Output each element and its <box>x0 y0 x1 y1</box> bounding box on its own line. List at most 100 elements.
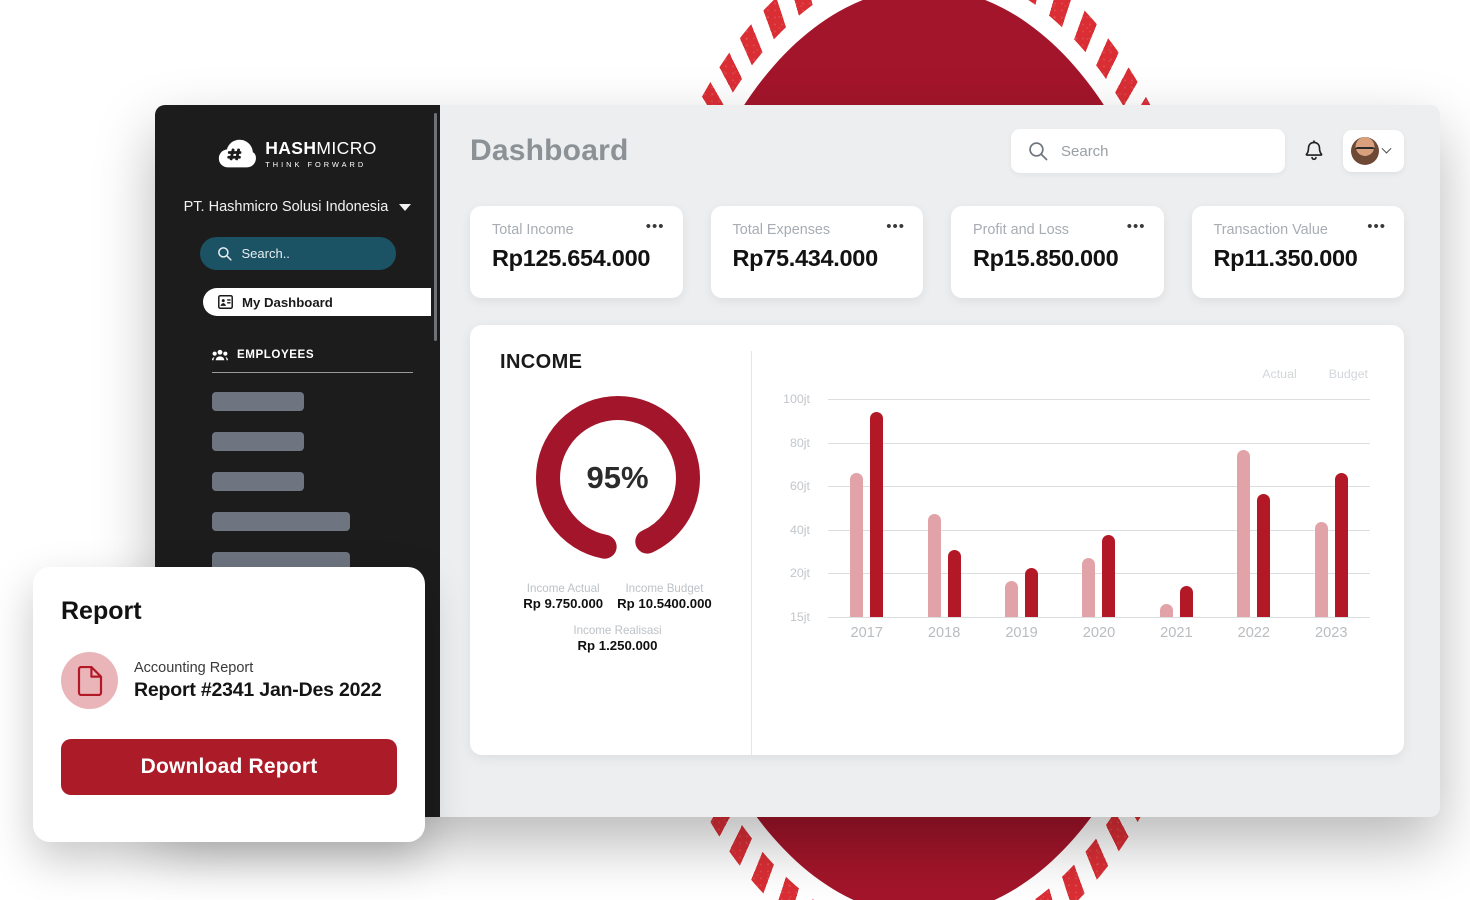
sidebar-item-my-dashboard[interactable]: My Dashboard <box>203 288 431 316</box>
bar-budget-2020[interactable] <box>1102 534 1116 617</box>
ellipsis-icon[interactable]: ••• <box>1127 219 1146 234</box>
sidebar-scrollbar[interactable] <box>434 113 437 341</box>
bar-actual-2019[interactable] <box>1005 581 1019 617</box>
chevron-down-icon <box>399 203 412 211</box>
page-title: Dashboard <box>470 134 629 167</box>
stat-income-actual: Income Actual Rp 9.750.000 <box>523 582 603 611</box>
download-report-button[interactable]: Download Report <box>61 739 397 795</box>
bar-budget-2018[interactable] <box>947 550 961 617</box>
list-item[interactable] <box>212 472 304 491</box>
bar-group-2023 <box>1293 399 1370 617</box>
topbar-actions: Search <box>1011 129 1404 173</box>
x-tick: 2017 <box>850 625 883 641</box>
stat-income-realisasi: Income Realisasi Rp 1.250.000 <box>573 624 661 653</box>
notification-button[interactable] <box>1299 134 1329 168</box>
x-tick: 2021 <box>1160 625 1193 641</box>
plot-area <box>828 399 1370 618</box>
bar-actual-2022[interactable] <box>1237 450 1251 617</box>
panel-title: INCOME <box>500 351 583 373</box>
income-donut-chart: 95% <box>500 388 735 568</box>
bar-actual-2023[interactable] <box>1314 522 1328 617</box>
legend-item-budget[interactable]: Budget <box>1329 367 1368 381</box>
kpi-label: Transaction Value <box>1213 222 1328 238</box>
chart-legend: Actual Budget <box>772 367 1376 381</box>
sidebar-skeleton-list <box>212 392 413 571</box>
search-icon <box>1029 142 1048 161</box>
kpi-card-total-expenses[interactable]: Total Expenses ••• Rp75.434.000 <box>710 206 923 298</box>
bar-budget-2023[interactable] <box>1334 473 1348 617</box>
sidebar-section-header[interactable]: EMPLOYEES <box>212 348 413 361</box>
sidebar-section-label: EMPLOYEES <box>237 348 315 361</box>
app-logo: HASHMICRO THINK FORWARD <box>155 129 440 173</box>
x-tick: 2020 <box>1082 625 1116 641</box>
bar-group-2022 <box>1215 399 1292 617</box>
sidebar-divider <box>212 372 413 373</box>
bar-budget-2021[interactable] <box>1179 586 1193 617</box>
income-stats: Income Actual Rp 9.750.000 Income Budget… <box>500 582 735 653</box>
kpi-card-total-income[interactable]: Total Income ••• Rp125.654.000 <box>470 206 683 298</box>
stat-label: Income Realisasi <box>573 624 662 637</box>
document-icon-badge <box>61 652 118 709</box>
stat-value: Rp 10.5400.000 <box>617 596 712 611</box>
kpi-label: Total Expenses <box>732 222 831 238</box>
income-gauge-section: INCOME 95% Income Actual Rp 9.750.000 In… <box>500 351 752 755</box>
search-input[interactable]: Search <box>1011 129 1285 173</box>
report-text: Accounting Report Report #2341 Jan-Des 2… <box>134 660 382 702</box>
bar-actual-2021[interactable] <box>1159 604 1173 617</box>
screenshot-root: HASHMICRO THINK FORWARD PT. Hashmicro So… <box>0 0 1470 900</box>
list-item[interactable] <box>212 512 350 531</box>
bar-group-container <box>828 399 1370 617</box>
x-axis: 2017 2018 2019 2020 2021 2022 2023 <box>828 625 1370 641</box>
list-item[interactable] <box>212 432 304 451</box>
income-bar-chart-section: Actual Budget 100jt 80jt 60jt 40jt 20jt … <box>752 351 1376 755</box>
stat-value: Rp 1.250.000 <box>577 638 658 653</box>
sidebar-search-input[interactable]: Search.. <box>199 237 396 270</box>
bar-group-2020 <box>1060 399 1137 617</box>
bar-actual-2017[interactable] <box>850 473 864 617</box>
sidebar-section-employees: EMPLOYEES <box>155 348 440 571</box>
sidebar-item-label: My Dashboard <box>242 294 333 310</box>
user-menu[interactable] <box>1343 130 1404 172</box>
bar-budget-2017[interactable] <box>870 411 884 617</box>
report-summary: Accounting Report Report #2341 Jan-Des 2… <box>61 652 397 709</box>
kpi-header: Profit and Loss ••• <box>973 219 1146 238</box>
kpi-header: Total Income ••• <box>492 219 665 238</box>
kpi-header: Transaction Value ••• <box>1213 219 1387 238</box>
stat-label: Income Actual <box>526 582 600 595</box>
logo-title-light: MICRO <box>316 138 377 159</box>
bar-group-2021 <box>1138 399 1215 617</box>
report-subtitle: Accounting Report <box>134 659 254 676</box>
sidebar-search-placeholder: Search.. <box>241 246 290 261</box>
report-title: Report <box>61 597 142 625</box>
kpi-value: Rp11.350.000 <box>1213 245 1358 271</box>
stat-income-budget: Income Budget Rp 10.5400.000 <box>617 582 712 611</box>
income-panel: INCOME 95% Income Actual Rp 9.750.000 In… <box>470 325 1404 755</box>
y-axis: 100jt 80jt 60jt 40jt 20jt 15jt <box>772 392 816 624</box>
bar-budget-2019[interactable] <box>1025 568 1039 617</box>
bar-budget-2022[interactable] <box>1257 493 1271 617</box>
chevron-down-icon <box>1381 143 1392 154</box>
bar-actual-2018[interactable] <box>927 514 941 617</box>
search-placeholder: Search <box>1061 142 1109 160</box>
topbar: Dashboard Search <box>470 129 1404 173</box>
ellipsis-icon[interactable]: ••• <box>1367 219 1386 234</box>
logo-title: HASHMICRO <box>265 138 377 159</box>
bar-actual-2020[interactable] <box>1082 558 1096 617</box>
kpi-card-profit-and-loss[interactable]: Profit and Loss ••• Rp15.850.000 <box>951 206 1164 298</box>
company-selector[interactable]: PT. Hashmicro Solusi Indonesia <box>155 199 440 215</box>
legend-item-actual[interactable]: Actual <box>1262 367 1296 381</box>
logo-tagline: THINK FORWARD <box>265 159 367 169</box>
logo-title-bold: HASH <box>265 138 317 159</box>
ellipsis-icon[interactable]: ••• <box>646 219 665 234</box>
x-tick: 2022 <box>1237 625 1271 641</box>
avatar <box>1351 137 1379 165</box>
bell-icon <box>1305 140 1323 161</box>
y-tick: 15jt <box>790 610 810 624</box>
list-item[interactable] <box>212 392 304 411</box>
kpi-card-transaction-value[interactable]: Transaction Value ••• Rp11.350.000 <box>1191 206 1404 298</box>
ellipsis-icon[interactable]: ••• <box>886 219 905 234</box>
y-tick: 20jt <box>790 566 810 581</box>
bar-group-2018 <box>905 399 982 617</box>
people-icon <box>212 349 228 360</box>
company-name: PT. Hashmicro Solusi Indonesia <box>183 199 389 215</box>
